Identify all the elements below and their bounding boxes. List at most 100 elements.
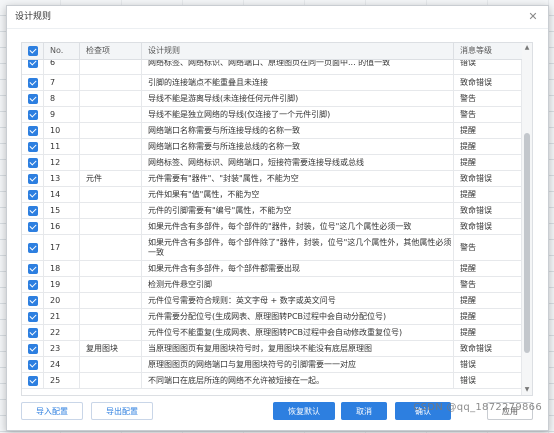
table-row[interactable]: 16 如果元件含有多部件，每个部件的"器件，封装，位号"这几个属性必须一致 致命错误 (22, 219, 522, 235)
row-level[interactable]: 错误 (454, 357, 522, 372)
row-rule: 检测元件悬空引脚 (142, 277, 454, 292)
table-row[interactable]: 22 元件位号不能重复(生成网表、原理图转PCB过程中会自动修改重复位号) 提醒 (22, 325, 522, 341)
row-category (80, 91, 142, 106)
table-row[interactable]: 19 检测元件悬空引脚 警告 (22, 277, 522, 293)
row-checkbox[interactable] (22, 277, 44, 292)
check-icon (28, 45, 38, 56)
row-rule: 原理图图页的网络端口与复用图块符号的引脚需要一一对应 (142, 357, 454, 372)
row-category (80, 325, 142, 340)
row-level[interactable]: 提醒 (454, 325, 522, 340)
row-category (80, 219, 142, 234)
row-checkbox[interactable] (22, 155, 44, 170)
table-row[interactable]: 21 元件需要分配位号(生成网表、原理图转PCB过程中会自动分配位号) 提醒 (22, 309, 522, 325)
table-row[interactable]: 6 网络标签、网络标识、网络端口、原理图页在同一页面中... 的值一致 错误 (22, 60, 522, 75)
row-checkbox[interactable] (22, 203, 44, 218)
row-checkbox[interactable] (22, 139, 44, 154)
row-checkbox[interactable] (22, 187, 44, 202)
row-level[interactable]: 致命错误 (454, 203, 522, 218)
row-level[interactable]: 错误 (454, 60, 522, 74)
row-level[interactable]: 提醒 (454, 155, 522, 170)
check-icon (27, 242, 38, 253)
row-category (80, 373, 142, 388)
check-icon (27, 311, 38, 322)
row-checkbox[interactable] (22, 357, 44, 372)
row-checkbox[interactable] (22, 60, 44, 74)
scrollbar-thumb[interactable] (524, 133, 530, 353)
row-number: 25 (44, 373, 80, 388)
row-level[interactable]: 提醒 (454, 187, 522, 202)
row-rule: 元件位号需要符合规则：英文字母 + 数字或英文问号 (142, 293, 454, 308)
close-icon[interactable]: ✕ (526, 6, 540, 28)
table-row[interactable]: 17 如果元件含有多部件，每个部件除了"器件，封装，位号"这几个属性外，其他属性必… (22, 235, 522, 261)
row-level[interactable]: 提醒 (454, 261, 522, 276)
table-row[interactable]: 14 元件如果有"值"属性，不能为空 提醒 (22, 187, 522, 203)
row-checkbox[interactable] (22, 219, 44, 234)
row-checkbox[interactable] (22, 107, 44, 122)
row-level[interactable]: 提醒 (454, 293, 522, 308)
table-row[interactable]: 7 引脚的连接端点不能重叠且未连接 致命错误 (22, 75, 522, 91)
table-header: No. 检查项 设计规则 消息等级 (22, 43, 522, 60)
row-checkbox[interactable] (22, 309, 44, 324)
row-checkbox[interactable] (22, 341, 44, 356)
check-icon (27, 173, 38, 184)
row-level[interactable]: 警告 (454, 235, 522, 260)
check-icon (27, 141, 38, 152)
row-level[interactable]: 警告 (454, 91, 522, 106)
row-number: 18 (44, 261, 80, 276)
row-checkbox[interactable] (22, 325, 44, 340)
table-row[interactable]: 20 元件位号需要符合规则：英文字母 + 数字或英文问号 提醒 (22, 293, 522, 309)
row-level[interactable]: 致命错误 (454, 171, 522, 186)
row-rule: 如果元件含有多部件，每个部件都需要出现 (142, 261, 454, 276)
row-category (80, 60, 142, 74)
dialog-title: 设计规则 (15, 12, 52, 22)
row-level[interactable]: 提醒 (454, 123, 522, 138)
table-row[interactable]: 10 网络端口名称需要与所连接导线的名称一致 提醒 (22, 123, 522, 139)
row-rule: 导线不能是游离导线(未连接任何元件引脚) (142, 91, 454, 106)
row-number: 10 (44, 123, 80, 138)
vertical-scrollbar[interactable]: ▲ ▼ (521, 43, 532, 395)
row-number: 24 (44, 357, 80, 372)
scroll-up-icon[interactable]: ▲ (522, 43, 532, 53)
row-checkbox[interactable] (22, 293, 44, 308)
row-level[interactable]: 警告 (454, 277, 522, 292)
table-row[interactable]: 13 元件 元件需要有"器件"、"封装"属性，不能为空 致命错误 (22, 171, 522, 187)
row-checkbox[interactable] (22, 235, 44, 260)
row-number: 9 (44, 107, 80, 122)
row-number: 21 (44, 309, 80, 324)
row-level[interactable]: 致命错误 (454, 341, 522, 356)
row-checkbox[interactable] (22, 123, 44, 138)
row-level[interactable]: 提醒 (454, 139, 522, 154)
export-config-button[interactable]: 导出配置 (91, 402, 153, 420)
row-checkbox[interactable] (22, 91, 44, 106)
row-rule: 如果元件含有多部件，每个部件除了"器件，封装，位号"这几个属性外，其他属性必须一… (142, 235, 454, 260)
row-checkbox[interactable] (22, 171, 44, 186)
row-number: 12 (44, 155, 80, 170)
row-checkbox[interactable] (22, 373, 44, 388)
table-row[interactable]: 18 如果元件含有多部件，每个部件都需要出现 提醒 (22, 261, 522, 277)
check-icon (27, 263, 38, 274)
table-row[interactable]: 24 原理图图页的网络端口与复用图块符号的引脚需要一一对应 错误 (22, 357, 522, 373)
row-level[interactable]: 致命错误 (454, 75, 522, 90)
row-checkbox[interactable] (22, 75, 44, 90)
row-category (80, 309, 142, 324)
table-row[interactable]: 8 导线不能是游离导线(未连接任何元件引脚) 警告 (22, 91, 522, 107)
table-row[interactable]: 15 元件的引脚需要有"编号"属性，不能为空 致命错误 (22, 203, 522, 219)
table-row[interactable]: 25 不同端口在底层所连的网络不允许被短接在一起。 错误 (22, 373, 522, 389)
table-row[interactable]: 12 网络标签、网络标识、网络端口，短接符需要连接导线或总线 提醒 (22, 155, 522, 171)
row-checkbox[interactable] (22, 261, 44, 276)
reset-default-button[interactable]: 恢复默认 (273, 402, 335, 420)
row-number: 7 (44, 75, 80, 90)
import-config-button[interactable]: 导入配置 (21, 402, 83, 420)
row-level[interactable]: 提醒 (454, 309, 522, 324)
cancel-button[interactable]: 取消 (341, 402, 387, 420)
row-level[interactable]: 错误 (454, 373, 522, 388)
scroll-down-icon[interactable]: ▼ (522, 385, 532, 395)
table-row[interactable]: 9 导线不能是独立网络的导线(仅连接了一个元件引脚) 警告 (22, 107, 522, 123)
row-number: 8 (44, 91, 80, 106)
table-body: 6 网络标签、网络标识、网络端口、原理图页在同一页面中... 的值一致 错误 7 引脚的… (22, 60, 522, 395)
row-level[interactable]: 致命错误 (454, 219, 522, 234)
table-row[interactable]: 23 复用图块 当原理图图页有复用图块符号时，复用图块不能没有底层原理图 致命错误 (22, 341, 522, 357)
table-row[interactable]: 11 网络端口名称需要与所连接总线的名称一致 提醒 (22, 139, 522, 155)
row-level[interactable]: 警告 (454, 107, 522, 122)
select-all-checkbox[interactable] (22, 43, 44, 59)
